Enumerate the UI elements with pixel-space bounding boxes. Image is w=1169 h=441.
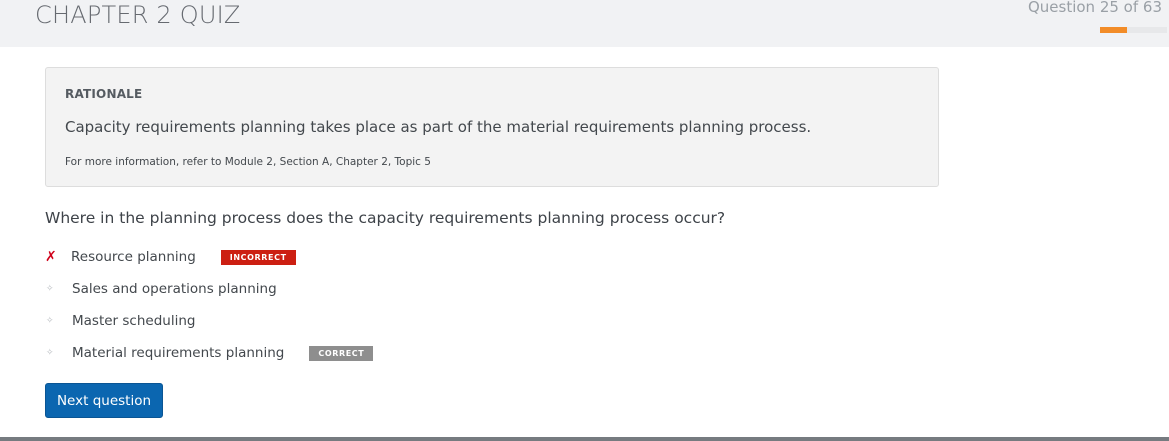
- next-question-button[interactable]: Next question: [45, 383, 163, 418]
- answer-option: ✧ Material requirements planning CORRECT: [45, 343, 374, 363]
- correct-badge: CORRECT: [309, 345, 374, 361]
- answer-option: ✧ Sales and operations planning: [45, 279, 277, 299]
- footer-divider: [0, 437, 1169, 441]
- progress-fill: [1100, 27, 1127, 33]
- answer-label: Resource planning: [71, 249, 196, 265]
- quiz-header: CHAPTER 2 QUIZ Question 25 of 63: [0, 0, 1169, 47]
- x-mark-icon: ✗: [45, 249, 57, 265]
- progress-bar: [1100, 27, 1167, 33]
- incorrect-badge: INCORRECT: [220, 249, 296, 265]
- bullet-icon: ✧: [46, 348, 54, 358]
- answer-option: ✗ Resource planning INCORRECT: [45, 247, 296, 267]
- rationale-reference: For more information, refer to Module 2,…: [65, 156, 431, 168]
- answer-label: Sales and operations planning: [72, 281, 277, 297]
- progress-text: Question 25 of 63: [1027, 0, 1162, 16]
- rationale-heading: RATIONALE: [65, 87, 143, 101]
- answer-label: Material requirements planning: [72, 345, 285, 361]
- answer-option: ✧ Master scheduling: [45, 311, 195, 331]
- question-text: Where in the planning process does the c…: [45, 209, 726, 227]
- rationale-panel: RATIONALE Capacity requirements planning…: [45, 67, 939, 187]
- answer-label: Master scheduling: [72, 313, 196, 329]
- bullet-icon: ✧: [46, 284, 54, 294]
- bullet-icon: ✧: [46, 316, 54, 326]
- rationale-text: Capacity requirements planning takes pla…: [65, 118, 812, 136]
- quiz-title: CHAPTER 2 QUIZ: [35, 1, 241, 29]
